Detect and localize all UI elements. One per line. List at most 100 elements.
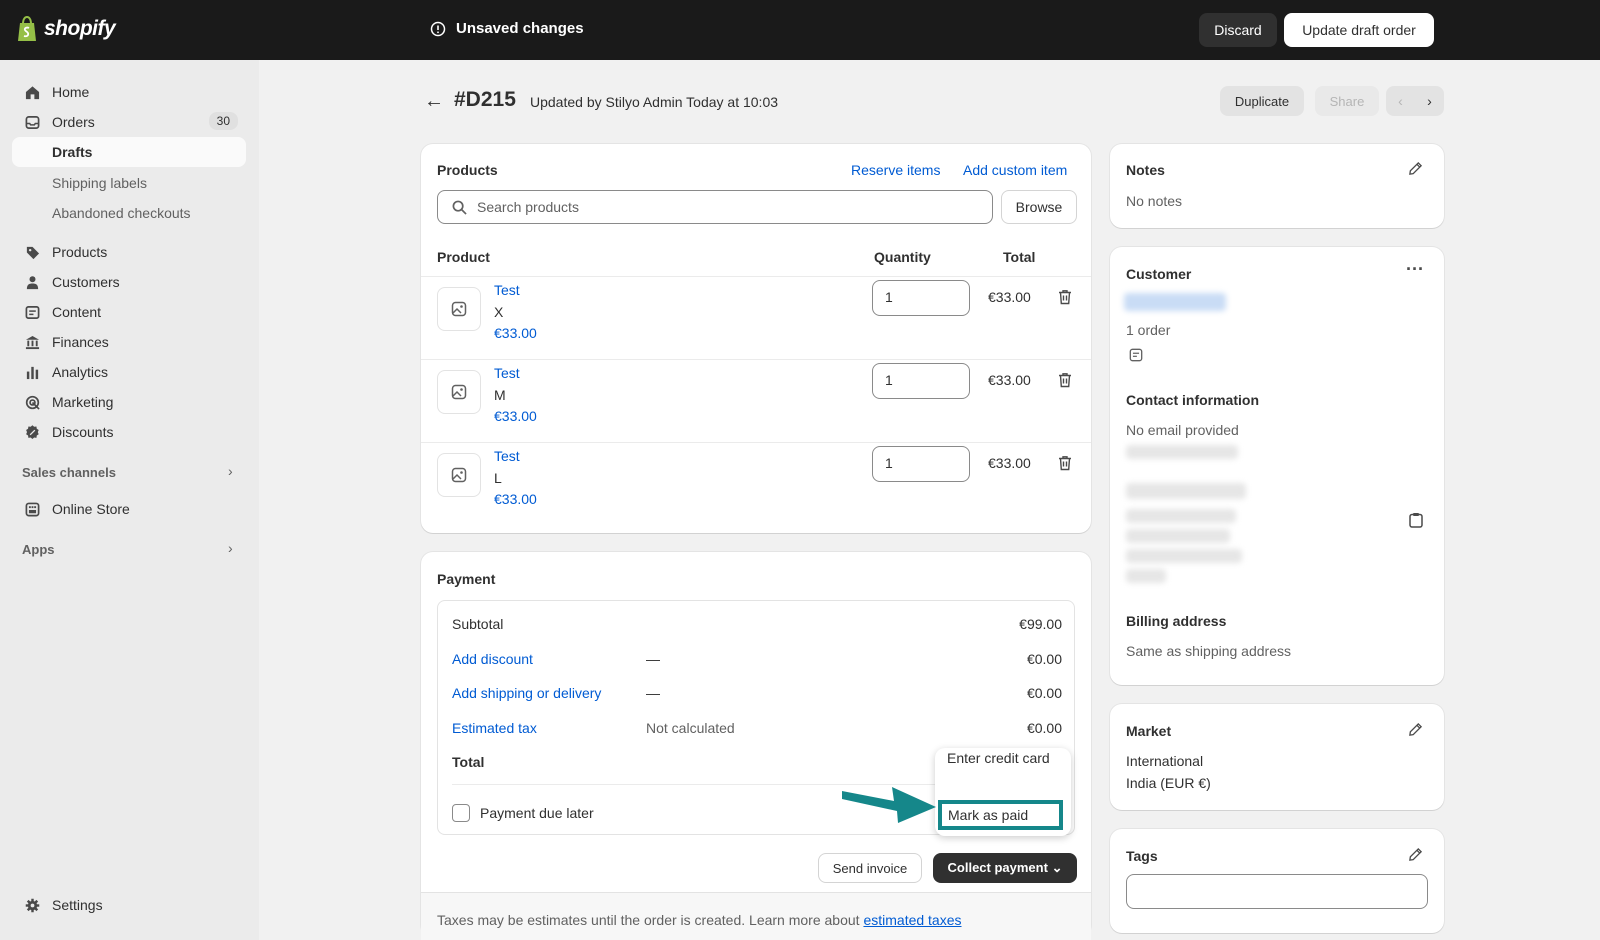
shopify-logo[interactable]: shopify xyxy=(16,16,116,42)
sidebar-item-drafts[interactable]: Drafts xyxy=(12,137,246,167)
customer-order-count: 1 order xyxy=(1126,322,1171,338)
reserve-items-link[interactable]: Reserve items xyxy=(851,162,940,178)
sidebar-item-finances[interactable]: Finances xyxy=(12,327,246,357)
sidebar-item-label: Products xyxy=(52,244,108,260)
sidebar-item-discounts[interactable]: Discounts xyxy=(12,417,246,447)
address-line-redacted xyxy=(1126,569,1166,583)
quantity-input[interactable]: 1 xyxy=(872,446,970,482)
tax-footer-text: Taxes may be estimates until the order i… xyxy=(437,912,962,928)
pencil-icon[interactable] xyxy=(1408,722,1423,740)
product-name-link[interactable]: Test xyxy=(494,282,520,298)
image-icon xyxy=(451,301,467,317)
trash-icon[interactable] xyxy=(1057,372,1073,391)
subtotal-label: Subtotal xyxy=(452,616,504,632)
sidebar-item-products[interactable]: Products xyxy=(12,237,246,267)
sidebar-item-analytics[interactable]: Analytics xyxy=(12,357,246,387)
browse-button[interactable]: Browse xyxy=(1001,190,1077,224)
contact-information-title: Contact information xyxy=(1126,392,1259,408)
quantity-input[interactable]: 1 xyxy=(872,363,970,399)
order-updated-subtitle: Updated by Stilyo Admin Today at 10:03 xyxy=(530,94,779,110)
more-horizontal-icon[interactable]: ··· xyxy=(1406,259,1424,280)
trash-icon[interactable] xyxy=(1057,289,1073,308)
search-products-input[interactable]: Search products xyxy=(437,190,993,224)
customer-name-redacted[interactable] xyxy=(1124,293,1226,311)
products-card: Products Reserve items Add custom item S… xyxy=(421,144,1091,533)
product-price[interactable]: €33.00 xyxy=(494,491,537,507)
add-custom-item-link[interactable]: Add custom item xyxy=(963,162,1067,178)
column-header-total: Total xyxy=(1003,249,1036,265)
chevron-down-icon: ⌄ xyxy=(1051,860,1063,875)
billing-address-value: Same as shipping address xyxy=(1126,643,1291,659)
chevron-right-icon[interactable]: › xyxy=(228,540,233,556)
sales-channels-heading[interactable]: Sales channels xyxy=(22,465,116,480)
sidebar-item-orders[interactable]: Orders 30 xyxy=(12,107,246,137)
annotation-arrow-icon xyxy=(842,787,936,823)
customer-title: Customer xyxy=(1126,266,1192,282)
product-price[interactable]: €33.00 xyxy=(494,325,537,341)
divider xyxy=(421,442,1091,443)
market-detail: India (EUR €) xyxy=(1126,775,1211,791)
trash-icon[interactable] xyxy=(1057,455,1073,474)
sidebar-item-marketing[interactable]: Marketing xyxy=(12,387,246,417)
bank-icon xyxy=(24,334,40,350)
clipboard-icon[interactable] xyxy=(1409,512,1423,531)
sidebar-item-label: Content xyxy=(52,304,102,320)
sidebar-item-content[interactable]: Content xyxy=(12,297,246,327)
divider xyxy=(421,359,1091,360)
target-icon xyxy=(24,394,40,410)
person-icon xyxy=(24,274,40,290)
pencil-icon[interactable] xyxy=(1408,847,1423,865)
product-image-placeholder xyxy=(437,287,481,331)
quantity-input[interactable]: 1 xyxy=(872,280,970,316)
sidebar-item-customers[interactable]: Customers xyxy=(12,267,246,297)
footer-text: Taxes may be estimates until the order i… xyxy=(437,912,864,928)
products-title: Products xyxy=(437,162,498,178)
duplicate-button[interactable]: Duplicate xyxy=(1220,86,1304,116)
address-line-redacted xyxy=(1126,509,1236,523)
menu-item-mark-as-paid[interactable]: Mark as paid xyxy=(938,800,1063,830)
shipping-address-title-redacted xyxy=(1126,483,1246,499)
product-name-link[interactable]: Test xyxy=(494,448,520,464)
add-discount-link[interactable]: Add discount xyxy=(452,651,533,667)
back-arrow-icon[interactable]: ← xyxy=(424,90,444,113)
tax-value: €0.00 xyxy=(1026,720,1062,736)
pencil-icon[interactable] xyxy=(1408,161,1423,179)
chevron-left-icon[interactable]: ‹ xyxy=(1386,86,1415,116)
sidebar-item-label: Discounts xyxy=(52,424,114,440)
tags-input[interactable] xyxy=(1126,874,1428,909)
sidebar-item-label: Finances xyxy=(52,334,109,350)
menu-item-enter-credit-card[interactable]: Enter credit card xyxy=(947,750,1050,766)
update-draft-order-button[interactable]: Update draft order xyxy=(1284,13,1434,47)
phone-redacted xyxy=(1126,445,1238,459)
payment-due-later-label[interactable]: Payment due later xyxy=(480,805,594,821)
estimated-taxes-link[interactable]: estimated taxes xyxy=(863,912,961,928)
line-total: €33.00 xyxy=(988,289,1031,305)
add-shipping-link[interactable]: Add shipping or delivery xyxy=(452,685,601,701)
chevron-right-icon[interactable]: › xyxy=(1415,86,1444,116)
collect-payment-button[interactable]: Collect payment ⌄ xyxy=(933,853,1077,883)
product-variant: X xyxy=(494,304,504,320)
home-icon xyxy=(24,84,40,100)
subtotal-row: Subtotal €99.00 xyxy=(452,616,1062,632)
share-button[interactable]: Share xyxy=(1315,86,1379,116)
notes-title: Notes xyxy=(1126,162,1165,178)
chevron-right-icon[interactable]: › xyxy=(228,463,233,479)
sidebar-item-shipping-labels[interactable]: Shipping labels xyxy=(52,175,147,191)
discard-button[interactable]: Discard xyxy=(1199,13,1277,47)
sidebar-item-online-store[interactable]: Online Store xyxy=(12,494,246,524)
market-name: International xyxy=(1126,753,1204,769)
product-image-placeholder xyxy=(437,370,481,414)
sidebar-item-label: Drafts xyxy=(52,144,93,160)
sidebar-item-abandoned-checkouts[interactable]: Abandoned checkouts xyxy=(52,205,191,221)
bar-chart-icon xyxy=(24,364,40,380)
product-price[interactable]: €33.00 xyxy=(494,408,537,424)
product-name-link[interactable]: Test xyxy=(494,365,520,381)
sidebar-item-home[interactable]: Home xyxy=(12,77,246,107)
payment-due-later-checkbox[interactable] xyxy=(452,804,470,822)
product-variant: M xyxy=(494,387,506,403)
notes-card: Notes No notes xyxy=(1110,144,1444,228)
estimated-tax-link[interactable]: Estimated tax xyxy=(452,720,537,736)
apps-heading[interactable]: Apps xyxy=(22,542,55,557)
send-invoice-button[interactable]: Send invoice xyxy=(818,853,922,883)
sidebar-item-settings[interactable]: Settings xyxy=(12,890,246,920)
